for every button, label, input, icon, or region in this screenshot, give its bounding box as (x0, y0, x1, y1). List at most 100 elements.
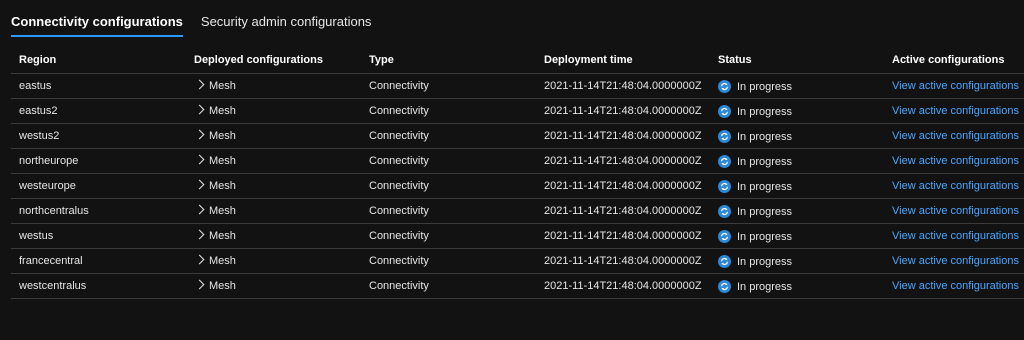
deployed-configurations-cell: Mesh (186, 248, 361, 274)
active-configurations-cell: View active configurations (884, 273, 1024, 299)
type-cell: Connectivity (361, 98, 536, 124)
deployed-configurations-cell: Mesh (186, 123, 361, 149)
deployment-time-cell: 2021-11-14T21:48:04.0000000Z (536, 73, 710, 99)
status-cell: In progress (710, 73, 884, 99)
table-row: northeurope Mesh Connectivity 2021-11-14T21… (11, 148, 1024, 174)
status-label: In progress (737, 255, 793, 268)
deployed-configuration-label: Mesh (209, 80, 236, 92)
table-row: francecentral Mesh Connectivity 2021-11-14T… (11, 248, 1024, 274)
active-configurations-cell: View active configurations (884, 148, 1024, 174)
type-cell: Connectivity (361, 73, 536, 99)
region-cell: northcentralus (11, 198, 186, 224)
deployed-configurations-cell: Mesh (186, 223, 361, 249)
column-header-region[interactable]: Region (11, 47, 186, 74)
region-cell: westus2 (11, 123, 186, 149)
region-cell: eastus2 (11, 98, 186, 124)
sync-in-progress-icon (718, 229, 731, 243)
view-active-configurations-link[interactable]: View active configurations (892, 280, 1019, 292)
deployed-configuration-label: Mesh (209, 255, 236, 267)
table-body: eastus Mesh Connectivity 2021-11-14T21:48:0… (11, 73, 1024, 299)
chevron-right-icon[interactable] (194, 129, 205, 140)
deployed-configurations-cell: Mesh (186, 73, 361, 99)
region-cell: westeurope (11, 173, 186, 199)
column-header-active-configurations[interactable]: Active configurations (884, 47, 1024, 74)
chevron-right-icon[interactable] (194, 254, 205, 265)
column-header-status[interactable]: Status (710, 47, 884, 74)
active-configurations-cell: View active configurations (884, 198, 1024, 224)
chevron-right-icon[interactable] (194, 154, 205, 165)
view-active-configurations-link[interactable]: View active configurations (892, 130, 1019, 142)
column-header-type[interactable]: Type (361, 47, 536, 74)
table-row: northcentralus Mesh Connectivity 2021-11-14… (11, 198, 1024, 224)
chevron-right-icon[interactable] (194, 279, 205, 290)
sync-in-progress-icon (718, 79, 731, 93)
deployed-configuration-label: Mesh (209, 130, 236, 142)
deployment-time-cell: 2021-11-14T21:48:04.0000000Z (536, 148, 710, 174)
deployed-configurations-cell: Mesh (186, 98, 361, 124)
view-active-configurations-link[interactable]: View active configurations (892, 230, 1019, 242)
active-configurations-cell: View active configurations (884, 123, 1024, 149)
deployment-time-cell: 2021-11-14T21:48:04.0000000Z (536, 223, 710, 249)
chevron-right-icon[interactable] (194, 204, 205, 215)
status-label: In progress (737, 180, 793, 193)
status-cell: In progress (710, 198, 884, 224)
sync-in-progress-icon (718, 204, 731, 218)
chevron-right-icon[interactable] (194, 229, 205, 240)
chevron-right-icon[interactable] (194, 104, 205, 115)
chevron-right-icon[interactable] (194, 79, 205, 90)
deployed-configurations-cell: Mesh (186, 198, 361, 224)
status-cell: In progress (710, 123, 884, 149)
deployment-time-cell: 2021-11-14T21:48:04.0000000Z (536, 198, 710, 224)
deployment-time-cell: 2021-11-14T21:48:04.0000000Z (536, 173, 710, 199)
status-label: In progress (737, 130, 793, 143)
region-cell: northeurope (11, 148, 186, 174)
view-active-configurations-link[interactable]: View active configurations (892, 155, 1019, 167)
view-active-configurations-link[interactable]: View active configurations (892, 105, 1019, 117)
status-label: In progress (737, 205, 793, 218)
region-cell: westus (11, 223, 186, 249)
table-row: westus2 Mesh Connectivity 2021-11-14T21:48:… (11, 123, 1024, 149)
active-configurations-cell: View active configurations (884, 98, 1024, 124)
tab-connectivity-configurations[interactable]: Connectivity configurations (11, 8, 183, 37)
deployed-configuration-label: Mesh (209, 155, 236, 167)
table-header-row: Region Deployed configurations Type Depl… (11, 47, 1024, 74)
deployed-configuration-label: Mesh (209, 280, 236, 292)
status-cell: In progress (710, 273, 884, 299)
type-cell: Connectivity (361, 248, 536, 274)
status-cell: In progress (710, 223, 884, 249)
tab-bar: Connectivity configurations Security adm… (11, 8, 389, 37)
status-label: In progress (737, 155, 793, 168)
sync-in-progress-icon (718, 104, 731, 118)
column-header-deployment-time[interactable]: Deployment time (536, 47, 710, 74)
table-row: westus Mesh Connectivity 2021-11-14T21:48:0… (11, 223, 1024, 249)
type-cell: Connectivity (361, 198, 536, 224)
active-configurations-cell: View active configurations (884, 73, 1024, 99)
active-configurations-cell: View active configurations (884, 173, 1024, 199)
deployment-time-cell: 2021-11-14T21:48:04.0000000Z (536, 248, 710, 274)
deployed-configuration-label: Mesh (209, 230, 236, 242)
status-cell: In progress (710, 148, 884, 174)
deployments-table: Region Deployed configurations Type Depl… (11, 47, 1024, 299)
sync-in-progress-icon (718, 179, 731, 193)
deployed-configurations-cell: Mesh (186, 148, 361, 174)
view-active-configurations-link[interactable]: View active configurations (892, 180, 1019, 192)
deployed-configuration-label: Mesh (209, 205, 236, 217)
tab-security-admin-configurations[interactable]: Security admin configurations (201, 8, 372, 36)
sync-in-progress-icon (718, 279, 731, 293)
active-configurations-cell: View active configurations (884, 248, 1024, 274)
view-active-configurations-link[interactable]: View active configurations (892, 205, 1019, 217)
table-row: eastus Mesh Connectivity 2021-11-14T21:48:0… (11, 73, 1024, 99)
deployed-configuration-label: Mesh (209, 180, 236, 192)
column-header-deployed-configurations[interactable]: Deployed configurations (186, 47, 361, 74)
sync-in-progress-icon (718, 154, 731, 168)
status-cell: In progress (710, 248, 884, 274)
deployment-time-cell: 2021-11-14T21:48:04.0000000Z (536, 98, 710, 124)
chevron-right-icon[interactable] (194, 179, 205, 190)
view-active-configurations-link[interactable]: View active configurations (892, 255, 1019, 267)
sync-in-progress-icon (718, 254, 731, 268)
view-active-configurations-link[interactable]: View active configurations (892, 80, 1019, 92)
deployed-configuration-label: Mesh (209, 105, 236, 117)
status-label: In progress (737, 105, 793, 118)
active-configurations-cell: View active configurations (884, 223, 1024, 249)
deployment-time-cell: 2021-11-14T21:48:04.0000000Z (536, 273, 710, 299)
